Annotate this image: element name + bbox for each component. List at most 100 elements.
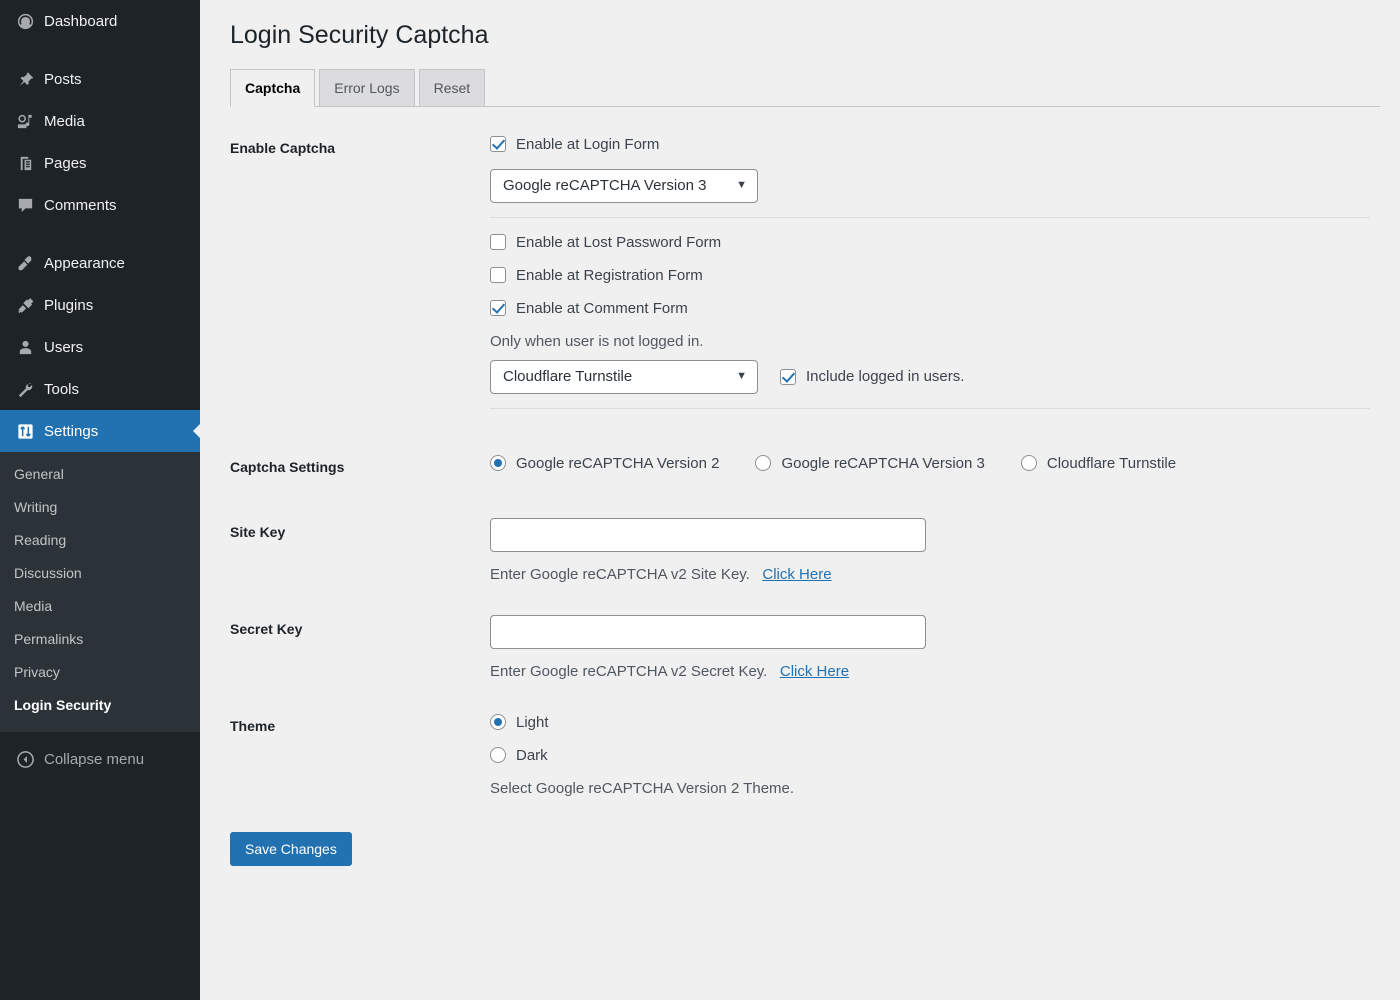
radio-theme-dark[interactable]: [490, 747, 506, 763]
checkbox-label-lost-password-form[interactable]: Enable at Lost Password Form: [516, 232, 721, 253]
site-key-input[interactable]: [490, 517, 926, 552]
row-secret-key: Secret Key Enter Google reCAPTCHA v2 Sec…: [230, 600, 1380, 697]
dashboard-icon: [10, 11, 40, 31]
cell-enable-captcha: Enable at Login Form Google reCAPTCHA Ve…: [490, 119, 1380, 438]
collapse-menu-button[interactable]: Collapse menu: [0, 738, 200, 780]
sidebar-item-label: Tools: [44, 380, 80, 398]
sidebar-item-appearance[interactable]: Appearance: [0, 242, 200, 284]
submenu-item-reading[interactable]: Reading: [0, 524, 200, 557]
checkbox-label-registration-form[interactable]: Enable at Registration Form: [516, 265, 703, 286]
checkbox-enable-lost-password-form[interactable]: [490, 234, 506, 250]
checkbox-row-comment-form[interactable]: Enable at Comment Form: [490, 298, 1370, 319]
checkbox-label-comment-form[interactable]: Enable at Comment Form: [516, 298, 688, 319]
sidebar-item-comments[interactable]: Comments: [0, 184, 200, 226]
sidebar-item-label: Posts: [44, 70, 82, 88]
sidebar-item-label: Comments: [44, 196, 117, 214]
site-key-help: Enter Google reCAPTCHA v2 Site Key. Clic…: [490, 564, 1370, 585]
submenu-item-media[interactable]: Media: [0, 590, 200, 623]
collapse-left-icon: [10, 750, 40, 769]
sidebar-item-media[interactable]: Media: [0, 100, 200, 142]
settings-submenu: General Writing Reading Discussion Media…: [0, 452, 200, 732]
radio-option-theme-dark[interactable]: Dark: [490, 745, 1370, 766]
sidebar-item-label: Users: [44, 338, 84, 356]
settings-icon: [10, 421, 40, 441]
users-icon: [10, 337, 40, 357]
settings-form-table: Enable Captcha Enable at Login Form Goog…: [230, 119, 1380, 814]
sidebar-item-tools[interactable]: Tools: [0, 368, 200, 410]
radio-option-cloudflare-turnstile[interactable]: Cloudflare Turnstile: [1020, 453, 1176, 474]
cell-theme: Light Dark Select Google reCAPTCHA Versi…: [490, 697, 1380, 814]
radio-label-recaptcha-v2[interactable]: Google reCAPTCHA Version 2: [516, 453, 719, 474]
radio-option-recaptcha-v3[interactable]: Google reCAPTCHA Version 3: [755, 453, 985, 474]
collapse-menu-label: Collapse menu: [44, 750, 145, 768]
checkbox-enable-registration-form[interactable]: [490, 267, 506, 283]
submenu-item-discussion[interactable]: Discussion: [0, 557, 200, 590]
chevron-down-icon: ▼: [736, 369, 747, 382]
select-login-captcha-provider-value: Google reCAPTCHA Version 3: [503, 177, 707, 194]
checkbox-label-login-form[interactable]: Enable at Login Form: [516, 134, 659, 155]
checkbox-row-registration-form[interactable]: Enable at Registration Form: [490, 265, 1370, 286]
cell-secret-key: Enter Google reCAPTCHA v2 Secret Key. Cl…: [490, 600, 1380, 697]
checkbox-label-include-logged-in-users[interactable]: Include logged in users.: [806, 366, 964, 387]
radio-recaptcha-v3[interactable]: [755, 455, 772, 471]
divider-after-comment-provider: [490, 407, 1370, 409]
radio-option-recaptcha-v2[interactable]: Google reCAPTCHA Version 2: [490, 453, 719, 474]
radio-recaptcha-v2[interactable]: [490, 455, 506, 471]
checkbox-enable-login-form[interactable]: [490, 136, 506, 152]
radio-theme-light[interactable]: [490, 714, 506, 730]
checkbox-row-login-form[interactable]: Enable at Login Form: [490, 134, 1370, 155]
select-login-captcha-provider[interactable]: Google reCAPTCHA Version 3 ▼: [490, 168, 758, 203]
tools-icon: [10, 379, 40, 399]
divider-after-login-provider: [490, 216, 1370, 218]
main-content: Login Security Captcha Captcha Error Log…: [200, 0, 1400, 1000]
secret-key-input[interactable]: [490, 614, 926, 649]
submenu-item-permalinks[interactable]: Permalinks: [0, 623, 200, 656]
sidebar-item-label: Dashboard: [44, 12, 118, 30]
submenu-item-general[interactable]: General: [0, 458, 200, 491]
radio-label-theme-light[interactable]: Light: [516, 712, 549, 733]
sidebar-item-dashboard[interactable]: Dashboard: [0, 0, 200, 42]
tab-reset[interactable]: Reset: [418, 68, 486, 107]
comments-icon: [10, 195, 40, 215]
sidebar-item-users[interactable]: Users: [0, 326, 200, 368]
media-icon: [10, 111, 40, 131]
plugins-icon: [10, 295, 40, 315]
radio-label-theme-dark[interactable]: Dark: [516, 745, 548, 766]
pages-icon: [10, 153, 40, 173]
sidebar-item-label: Appearance: [44, 254, 125, 272]
checkbox-enable-comment-form[interactable]: [490, 300, 506, 316]
sidebar-item-settings[interactable]: Settings: [0, 410, 201, 452]
cell-captcha-settings: Google reCAPTCHA Version 2 Google reCAPT…: [490, 438, 1380, 503]
sidebar-item-plugins[interactable]: Plugins: [0, 284, 200, 326]
radio-cloudflare-turnstile[interactable]: [1020, 455, 1037, 471]
row-site-key: Site Key Enter Google reCAPTCHA v2 Site …: [230, 503, 1380, 600]
radio-option-theme-light[interactable]: Light: [490, 712, 1370, 733]
radio-label-recaptcha-v3[interactable]: Google reCAPTCHA Version 3: [781, 453, 984, 474]
tab-captcha[interactable]: Captcha: [230, 68, 316, 107]
submenu-item-login-security[interactable]: Login Security: [0, 689, 200, 722]
admin-page: Dashboard Posts Media Pages Comments App…: [0, 0, 1400, 1000]
theme-help: Select Google reCAPTCHA Version 2 Theme.: [490, 779, 795, 797]
page-title: Login Security Captcha: [230, 21, 489, 49]
select-comment-captcha-provider-value: Cloudflare Turnstile: [503, 368, 633, 385]
select-comment-captcha-provider[interactable]: Cloudflare Turnstile ▼: [490, 359, 758, 394]
sidebar-item-pages[interactable]: Pages: [0, 142, 200, 184]
radio-label-cloudflare-turnstile[interactable]: Cloudflare Turnstile: [1047, 453, 1176, 474]
sidebar-item-posts[interactable]: Posts: [0, 58, 200, 100]
site-key-help-link[interactable]: Click Here: [762, 566, 831, 583]
admin-sidebar: Dashboard Posts Media Pages Comments App…: [0, 0, 201, 1000]
save-row: Save Changes: [230, 814, 1380, 866]
checkbox-row-lost-password-form[interactable]: Enable at Lost Password Form: [490, 232, 1370, 253]
chevron-down-icon: ▼: [736, 178, 747, 191]
secret-key-help: Enter Google reCAPTCHA v2 Secret Key. Cl…: [490, 661, 1370, 682]
radio-group-captcha-settings: Google reCAPTCHA Version 2 Google reCAPT…: [490, 453, 1370, 474]
checkbox-include-logged-in-users[interactable]: [780, 368, 796, 385]
submenu-item-privacy[interactable]: Privacy: [0, 656, 200, 689]
tab-error-logs[interactable]: Error Logs: [319, 68, 415, 107]
comment-form-note: Only when user is not logged in.: [490, 332, 704, 350]
submenu-item-writing[interactable]: Writing: [0, 491, 200, 524]
save-changes-button[interactable]: Save Changes: [230, 831, 352, 866]
secret-key-help-link[interactable]: Click Here: [780, 663, 849, 680]
label-captcha-settings: Captcha Settings: [230, 458, 345, 475]
tab-bar: Captcha Error Logs Reset: [230, 68, 1380, 107]
